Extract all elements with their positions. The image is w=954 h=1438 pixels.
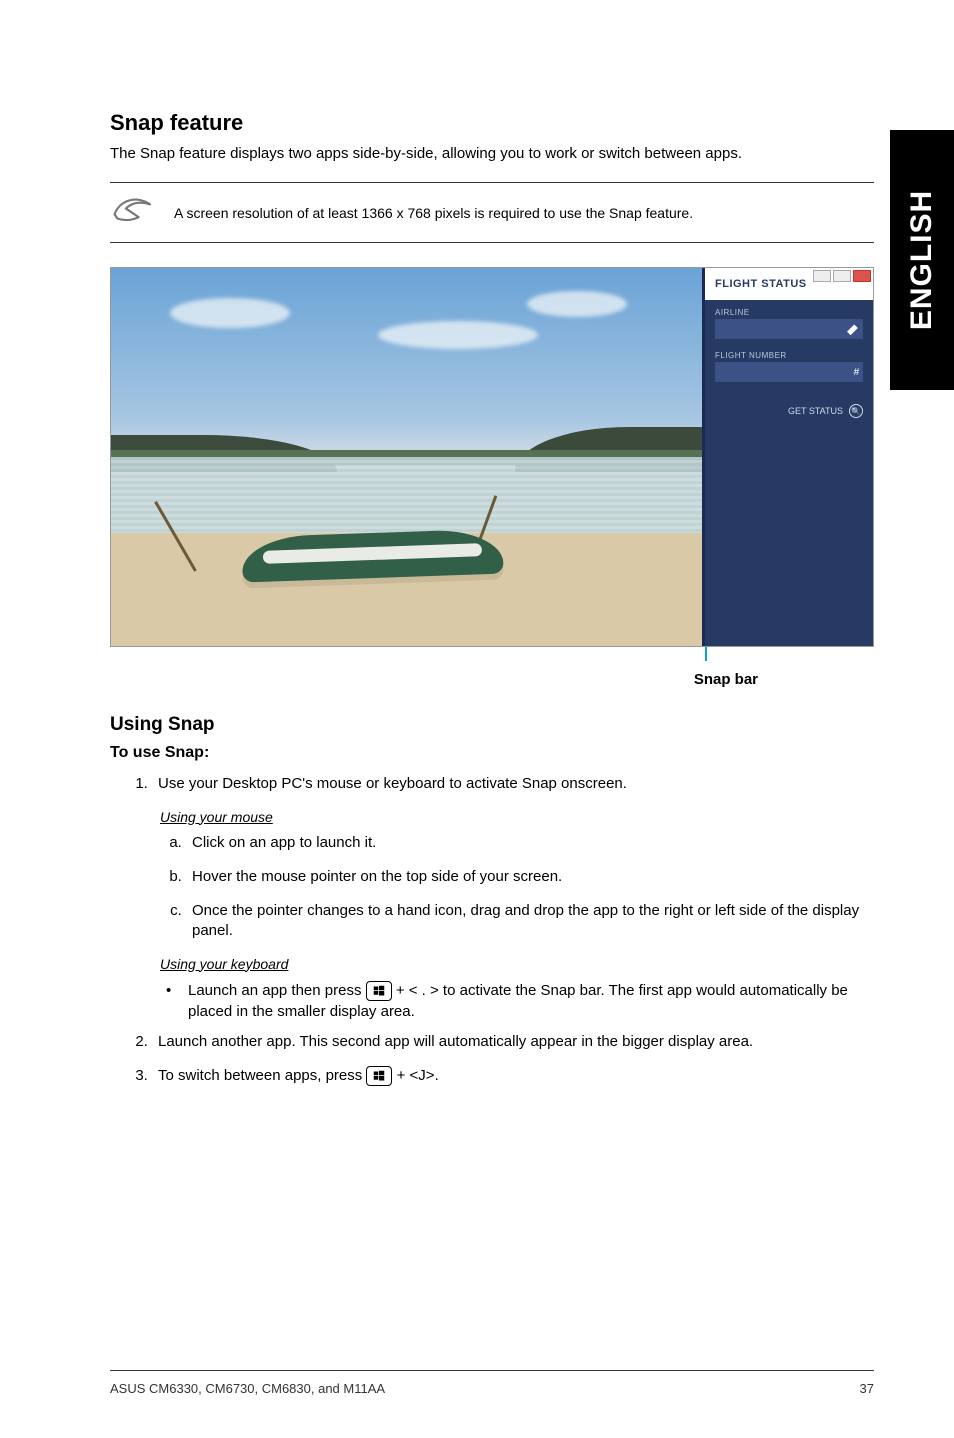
step3-pre: To switch between apps, press (158, 1067, 366, 1084)
maximize-icon (833, 270, 851, 282)
snap-figure: FLIGHT STATUS AIRLINE FLIGHT NUMBER # GE… (110, 267, 874, 647)
step3-post: + <J>. (397, 1067, 439, 1084)
note-hand-icon (110, 193, 156, 232)
steps-list-cont: Launch another app. This second app will… (110, 1032, 874, 1087)
mouse-step-c: Once the pointer changes to a hand icon,… (186, 901, 874, 942)
page: ENGLISH Snap feature The Snap feature di… (0, 0, 954, 1438)
steps-list: Use your Desktop PC's mouse or keyboard … (110, 774, 874, 794)
kb-pre: Launch an app then press (188, 982, 366, 999)
keyboard-step: Launch an app then press + < . > to acti… (162, 980, 874, 1022)
step-1-text: Use your Desktop PC's mouse or keyboard … (158, 775, 627, 792)
step-1: Use your Desktop PC's mouse or keyboard … (152, 774, 874, 794)
snap-bar-indicator (110, 647, 874, 665)
search-icon: 🔍 (849, 404, 863, 418)
mouse-steps: Click on an app to launch it. Hover the … (110, 833, 874, 942)
using-heading: Using Snap (110, 714, 874, 736)
page-footer: ASUS CM6330, CM6730, CM6830, and M11AA 3… (110, 1370, 874, 1396)
windows-key-icon (366, 981, 392, 1001)
minimize-icon (813, 270, 831, 282)
windows-key-icon (366, 1066, 392, 1086)
snap-figure-main (111, 268, 705, 646)
panel-flight-input: # (715, 362, 863, 382)
panel-get-status: GET STATUS 🔍 (715, 404, 863, 418)
keyboard-steps: Launch an app then press + < . > to acti… (110, 980, 874, 1022)
snap-bar-label: Snap bar (110, 671, 874, 688)
step-3: To switch between apps, press + <J>. (152, 1066, 874, 1086)
panel-flight-label: FLIGHT NUMBER (705, 343, 873, 362)
note-row: A screen resolution of at least 1366 x 7… (110, 182, 874, 243)
footer-left: ASUS CM6330, CM6730, CM6830, and M11AA (110, 1381, 385, 1396)
mouse-step-a: Click on an app to launch it. (186, 833, 874, 853)
keyboard-subtitle: Using your keyboard (160, 956, 874, 972)
to-use-heading: To use Snap: (110, 744, 874, 762)
get-status-text: GET STATUS (788, 406, 843, 416)
snap-figure-panel: FLIGHT STATUS AIRLINE FLIGHT NUMBER # GE… (705, 268, 873, 646)
mouse-subtitle: Using your mouse (160, 809, 874, 825)
section-intro: The Snap feature displays two apps side-… (110, 144, 874, 164)
language-tab: ENGLISH (890, 130, 954, 390)
language-tab-text: ENGLISH (905, 190, 939, 330)
window-controls (813, 270, 871, 282)
hash-icon: # (853, 367, 859, 378)
edit-icon (847, 323, 859, 335)
panel-airline-input (715, 319, 863, 339)
panel-airline-label: AIRLINE (705, 300, 873, 319)
section-heading: Snap feature (110, 110, 874, 136)
footer-page-number: 37 (860, 1381, 874, 1396)
close-icon (853, 270, 871, 282)
step-2: Launch another app. This second app will… (152, 1032, 874, 1052)
note-text: A screen resolution of at least 1366 x 7… (174, 205, 693, 221)
mouse-step-b: Hover the mouse pointer on the top side … (186, 867, 874, 887)
